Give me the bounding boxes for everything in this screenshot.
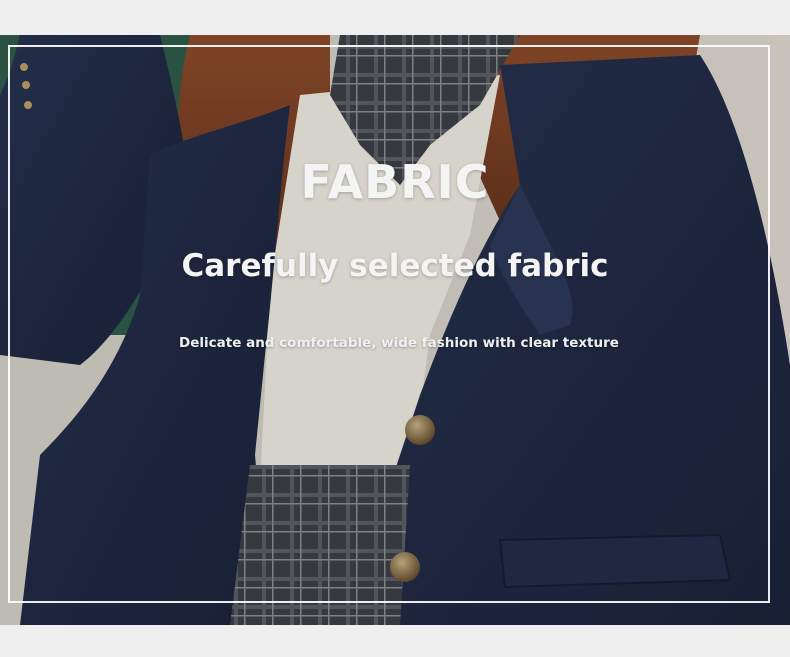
white-frame-border	[8, 45, 770, 603]
headline: FABRIC	[300, 155, 490, 209]
subheadline: Carefully selected fabric	[181, 248, 609, 284]
caption: Delicate and comfortable, wide fashion w…	[179, 335, 619, 351]
product-banner: FABRIC Carefully selected fabric Delicat…	[0, 0, 790, 657]
